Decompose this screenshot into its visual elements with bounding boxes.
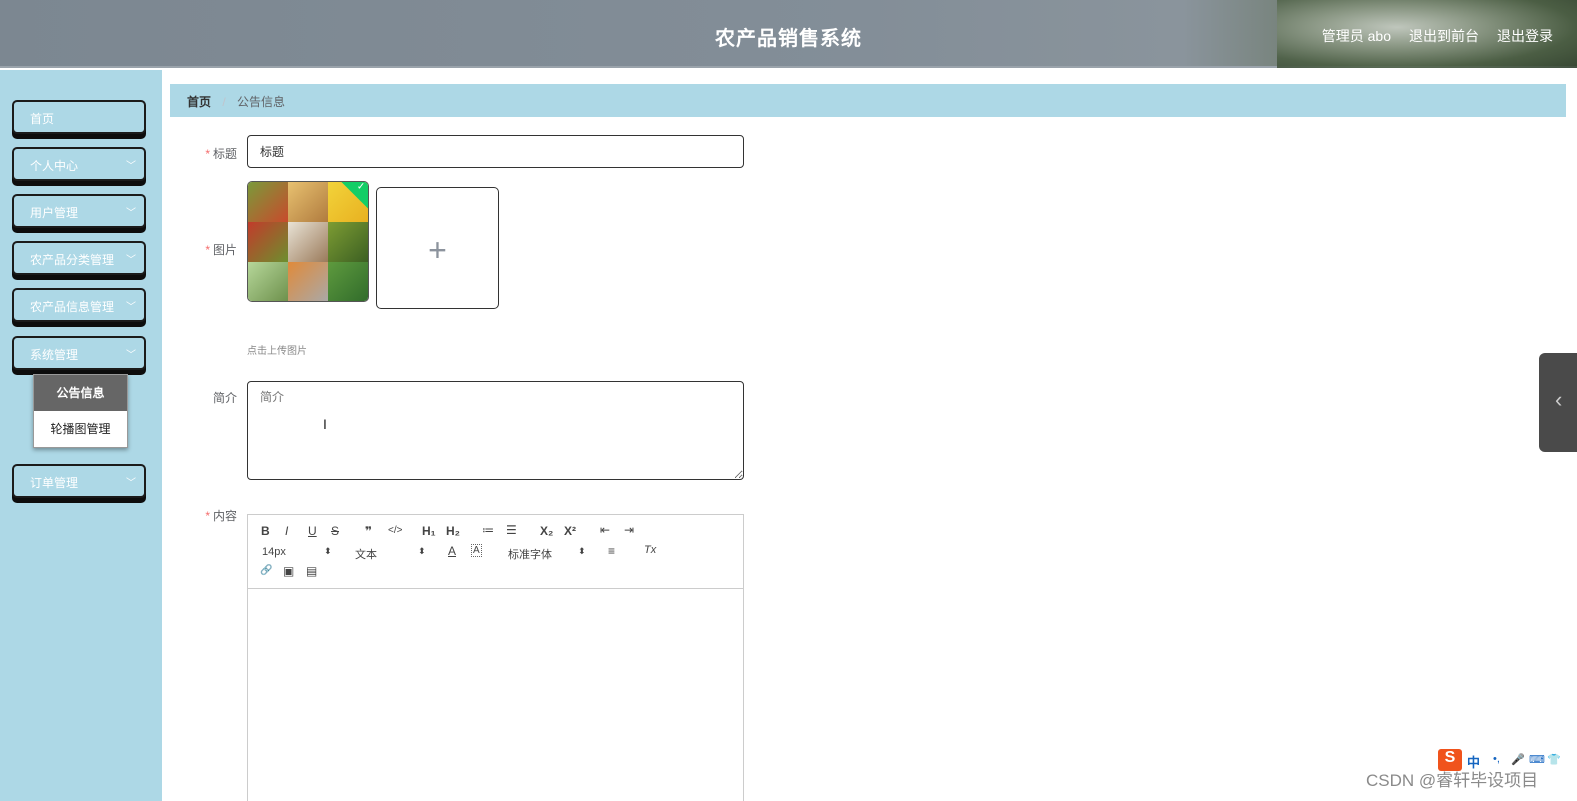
skin-icon: 👕	[1547, 754, 1561, 766]
bold-button[interactable]: B	[261, 524, 270, 538]
h1-button[interactable]: H₁	[422, 524, 436, 538]
intro-label-text: 简介	[212, 391, 237, 405]
image-label: * 图片	[157, 241, 237, 258]
chevron-down-icon: ﹀	[126, 350, 136, 361]
punctuation-icon: •,	[1493, 753, 1500, 765]
chevron-left-icon: ‹	[1555, 387, 1563, 412]
sidebar-item-label: 系统管理	[30, 348, 79, 362]
breadcrumb-home[interactable]: 首页	[187, 95, 211, 109]
bullet-list-button[interactable]: ☰	[506, 523, 517, 537]
header-type-select[interactable]: 文本 ⬍	[355, 546, 426, 562]
sidebar-item-label: 个人中心	[30, 159, 79, 173]
indent-button[interactable]: ⇥	[624, 523, 634, 537]
breadcrumb-current: 公告信息	[237, 95, 286, 109]
back-to-front-link[interactable]: 退出到前台	[1409, 26, 1479, 46]
sidebar-item-category[interactable]: 农产品分类管理 ﹀	[12, 241, 146, 275]
breadcrumb-separator: /	[222, 95, 226, 109]
chevron-down-icon: ﹀	[126, 478, 136, 489]
logout-link[interactable]: 退出登录	[1497, 26, 1553, 46]
upload-image-button[interactable]: +	[376, 187, 499, 309]
check-icon: ✓	[356, 181, 366, 193]
font-family-value: 标准字体	[508, 549, 552, 561]
sidebar-item-home[interactable]: 首页	[12, 100, 146, 134]
background-color-button[interactable]: A	[471, 544, 482, 557]
title-input[interactable]	[247, 135, 744, 168]
content-label: * 内容	[157, 507, 237, 524]
quote-button[interactable]: ❞	[365, 524, 372, 538]
italic-button[interactable]: I	[285, 524, 288, 538]
submenu-item-carousel[interactable]: 轮播图管理	[34, 411, 127, 447]
chevron-down-icon: ﹀	[126, 255, 136, 266]
updown-arrow-icon: ⬍	[578, 546, 586, 556]
submenu-item-notice[interactable]: 公告信息	[34, 375, 127, 411]
intro-label: 简介	[157, 389, 237, 406]
editor-content-area[interactable]	[248, 589, 743, 801]
sidebar-item-label: 首页	[30, 112, 55, 126]
superscript-button[interactable]: X²	[564, 524, 576, 538]
sidebar-item-profile[interactable]: 个人中心 ﹀	[12, 147, 146, 181]
microphone-icon: 🎤	[1511, 754, 1525, 766]
editor-toolbar: B I U S ❞ </> H₁ H₂ ≔ ☰ X₂ X² ⇤ ⇥ 14px ⬍ …	[248, 515, 743, 589]
outdent-button[interactable]: ⇤	[600, 523, 610, 537]
uploaded-image-thumbnail[interactable]: ✓	[247, 181, 369, 302]
required-mark: *	[205, 147, 210, 161]
header-nav: 管理员 abo 退出到前台 退出登录	[1322, 26, 1553, 46]
image-label-text: 图片	[212, 243, 237, 257]
required-mark: *	[205, 509, 210, 523]
image-icon[interactable]: ▣	[283, 564, 294, 578]
updown-arrow-icon: ⬍	[418, 546, 426, 556]
video-icon[interactable]: ▤	[306, 564, 317, 578]
sidebar-item-system[interactable]: 系统管理 ﹀	[12, 336, 146, 370]
h2-button[interactable]: H₂	[446, 524, 460, 538]
align-button[interactable]: ≡	[608, 544, 615, 558]
title-label: * 标题	[157, 145, 237, 162]
link-icon[interactable]: 🔗	[260, 565, 272, 576]
keyboard-icon: ⌨	[1529, 754, 1545, 766]
sidebar-item-label: 订单管理	[30, 476, 79, 490]
sidebar-item-label: 用户管理	[30, 206, 79, 220]
updown-arrow-icon: ⬍	[324, 546, 332, 556]
side-drawer-toggle[interactable]: ‹	[1539, 353, 1577, 452]
text-cursor-icon: I	[323, 416, 327, 432]
ordered-list-button[interactable]: ≔	[482, 523, 494, 537]
strike-button[interactable]: S	[331, 524, 339, 538]
sidebar-item-label: 农产品分类管理	[30, 253, 115, 267]
system-submenu: 公告信息 轮播图管理	[33, 374, 128, 448]
font-size-value: 14px	[262, 546, 286, 558]
sidebar-item-users[interactable]: 用户管理 ﹀	[12, 194, 146, 228]
top-header: 农产品销售系统 管理员 abo 退出到前台 退出登录	[0, 0, 1577, 68]
code-button[interactable]: </>	[388, 525, 402, 536]
font-color-button[interactable]: A	[448, 544, 456, 558]
rich-text-editor: B I U S ❞ </> H₁ H₂ ≔ ☰ X₂ X² ⇤ ⇥ 14px ⬍ …	[247, 514, 744, 801]
required-mark: *	[205, 243, 210, 257]
font-size-select[interactable]: 14px ⬍	[262, 546, 332, 558]
font-family-select[interactable]: 标准字体 ⬍	[508, 546, 588, 562]
plus-icon: +	[428, 232, 447, 268]
admin-username[interactable]: 管理员 abo	[1322, 26, 1391, 46]
clean-format-button[interactable]: Tx	[644, 544, 656, 556]
subscript-button[interactable]: X₂	[540, 524, 553, 538]
chevron-down-icon: ﹀	[126, 302, 136, 313]
content-label-text: 内容	[212, 509, 237, 523]
sidebar-item-product[interactable]: 农产品信息管理 ﹀	[12, 288, 146, 322]
title-label-text: 标题	[212, 147, 237, 161]
watermark: CSDN @睿轩毕设项目	[1366, 771, 1539, 790]
chevron-down-icon: ﹀	[126, 161, 136, 172]
chevron-down-icon: ﹀	[126, 208, 136, 219]
intro-textarea[interactable]	[247, 381, 744, 480]
upload-hint: 点击上传图片	[247, 346, 307, 357]
header-type-value: 文本	[355, 549, 377, 561]
sidebar-item-orders[interactable]: 订单管理 ﹀	[12, 464, 146, 498]
sidebar-item-label: 农产品信息管理	[30, 300, 115, 314]
breadcrumb: 首页 / 公告信息	[170, 84, 1566, 117]
underline-button[interactable]: U	[308, 524, 317, 538]
